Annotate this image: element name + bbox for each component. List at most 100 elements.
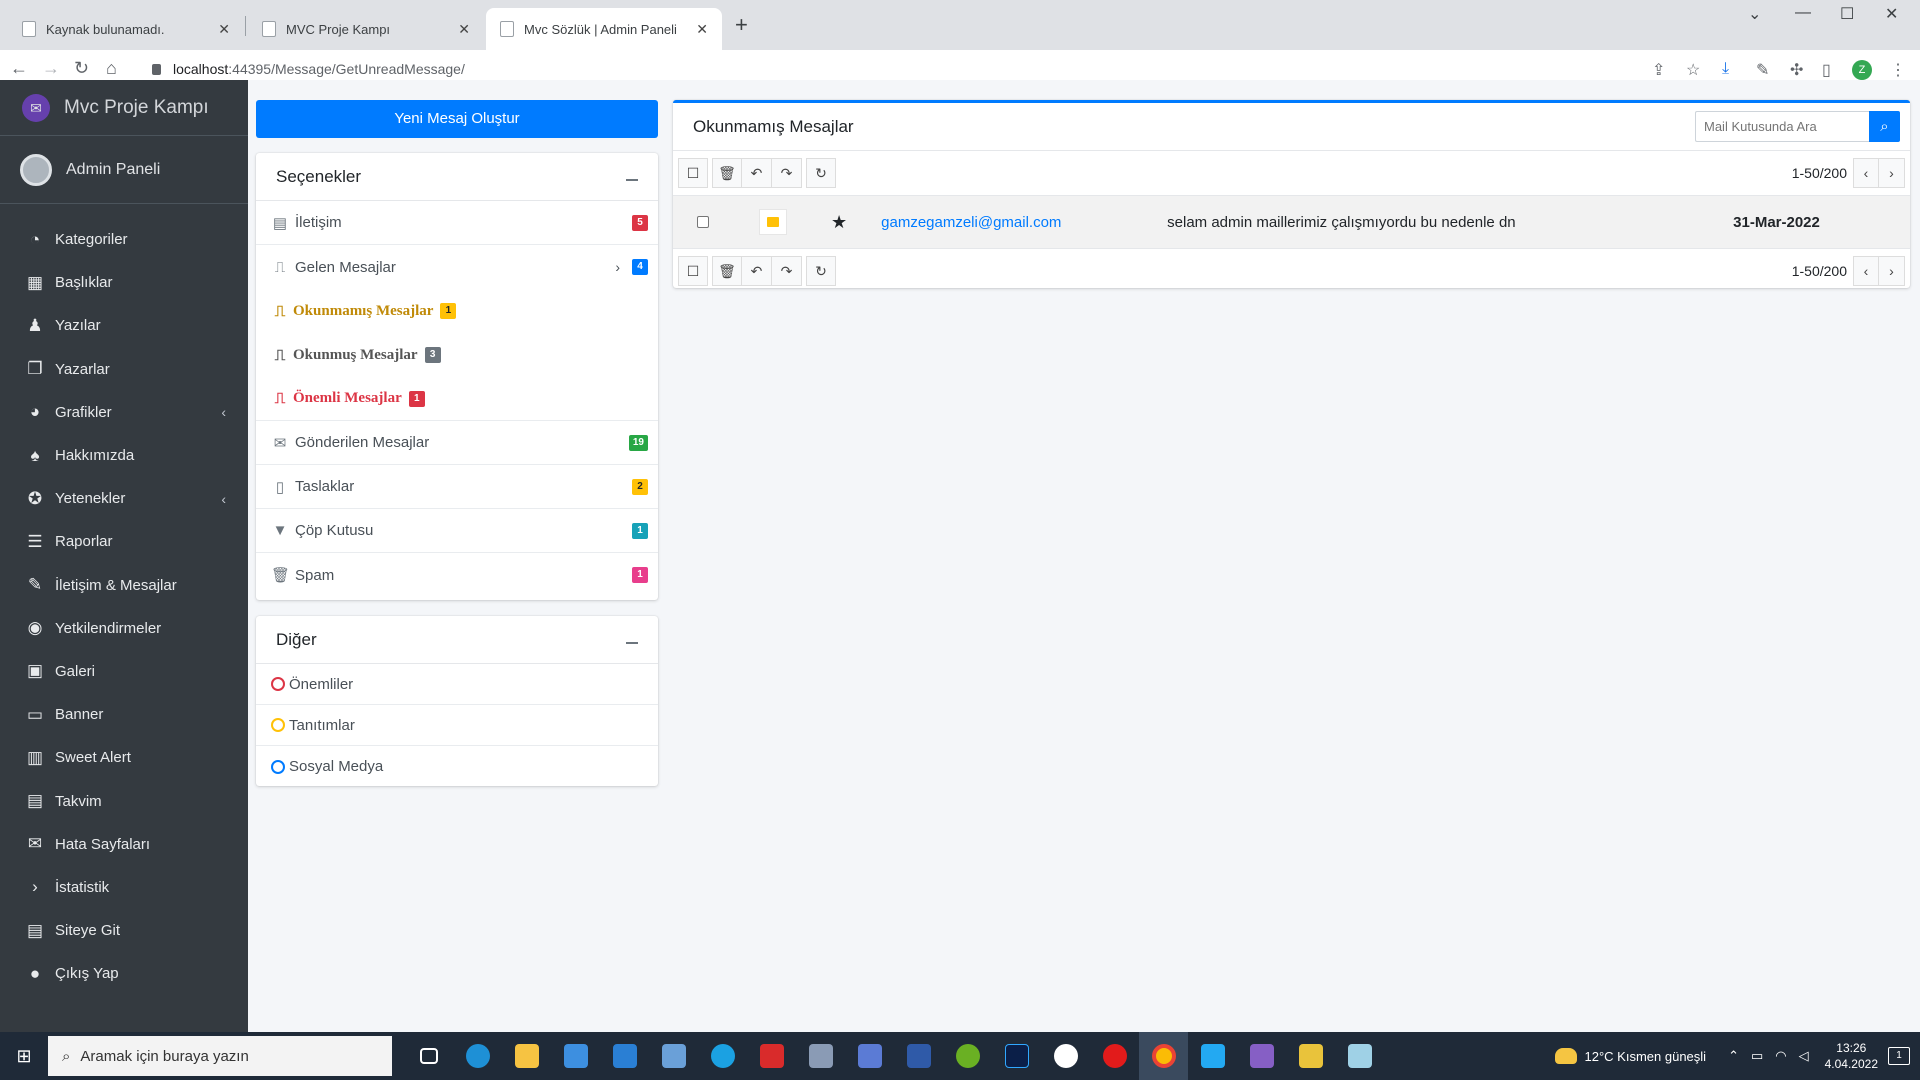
eyedropper-icon[interactable]: ✎ bbox=[1756, 60, 1769, 80]
next-page-button[interactable]: › bbox=[1879, 256, 1905, 286]
forward-arrow-icon[interactable]: → bbox=[42, 58, 60, 79]
forward-icon[interactable]: ↷ bbox=[772, 256, 802, 286]
taskbar-search-box[interactable]: ⌕ Aramak için buraya yazın bbox=[48, 1036, 392, 1076]
chevron-up-icon[interactable]: ⌃ bbox=[1728, 1048, 1739, 1064]
folder-gelen-mesajlar[interactable]: ⎍ Gelen Mesajlar › 4 bbox=[256, 245, 658, 289]
notification-icon[interactable]: 1 bbox=[1888, 1047, 1910, 1065]
app-icon[interactable] bbox=[943, 1032, 992, 1080]
next-page-button[interactable]: › bbox=[1879, 158, 1905, 188]
folder-okunmus-mesajlar[interactable]: ⎍ Okunmuş Mesajlar 3 bbox=[256, 333, 658, 377]
label-tanitimlar[interactable]: Tanıtımlar bbox=[256, 705, 658, 746]
sidebar-item-yetenekler[interactable]: ✪ Yetenekler ‹ bbox=[0, 477, 248, 520]
sidebar-item-hata-sayfalari[interactable]: ✉ Hata Sayfaları bbox=[0, 823, 248, 866]
sidebar-item-raporlar[interactable]: ☰ Raporlar bbox=[0, 520, 248, 563]
mailbox-search-input[interactable] bbox=[1695, 111, 1869, 142]
select-all-button[interactable]: ☐ bbox=[678, 158, 708, 188]
sidebar-item-basliklar[interactable]: ▦ Başlıklar bbox=[0, 261, 248, 304]
select-all-button[interactable]: ☐ bbox=[678, 256, 708, 286]
browser-tab-3-active[interactable]: Mvc Sözlük | Admin Paneli ✕ bbox=[486, 8, 722, 50]
maximize-icon[interactable]: ☐ bbox=[1840, 4, 1854, 24]
app-icon[interactable] bbox=[649, 1032, 698, 1080]
app-icon[interactable] bbox=[1286, 1032, 1335, 1080]
folder-gonderilen-mesajlar[interactable]: ✉ Gönderilen Mesajlar 19 bbox=[256, 421, 658, 465]
sidebar-item-iletisim-mesajlar[interactable]: ✎ İletişim & Mesajlar bbox=[0, 564, 248, 607]
app-icon[interactable] bbox=[1041, 1032, 1090, 1080]
label-onemliler[interactable]: Önemliler bbox=[256, 664, 658, 705]
vscode-icon[interactable] bbox=[1188, 1032, 1237, 1080]
compose-message-button[interactable]: Yeni Mesaj Oluştur bbox=[256, 100, 658, 138]
message-checkbox[interactable] bbox=[697, 216, 709, 228]
mail-icon[interactable] bbox=[600, 1032, 649, 1080]
app-icon[interactable] bbox=[796, 1032, 845, 1080]
back-arrow-icon[interactable]: ← bbox=[10, 58, 28, 79]
reload-icon[interactable]: ↻ bbox=[74, 58, 89, 79]
extensions-icon[interactable]: ✣ bbox=[1790, 60, 1803, 80]
brand-link[interactable]: ✉ Mvc Proje Kampı bbox=[0, 80, 248, 136]
task-view-icon[interactable] bbox=[404, 1032, 453, 1080]
sidebar-item-sweet-alert[interactable]: ▥ Sweet Alert bbox=[0, 736, 248, 779]
close-icon[interactable]: ✕ bbox=[696, 21, 708, 38]
sidebar-item-banner[interactable]: ▭ Banner bbox=[0, 693, 248, 736]
forward-icon[interactable]: ↷ bbox=[772, 158, 802, 188]
refresh-icon[interactable]: ↻ bbox=[806, 158, 836, 188]
store-icon[interactable] bbox=[551, 1032, 600, 1080]
opera-icon[interactable] bbox=[1090, 1032, 1139, 1080]
prev-page-button[interactable]: ‹ bbox=[1853, 256, 1879, 286]
chrome-icon[interactable] bbox=[1139, 1032, 1188, 1080]
browser-tab-2[interactable]: MVC Proje Kampı ✕ bbox=[248, 8, 484, 50]
folder-spam[interactable]: 🗑 Spam 1 bbox=[256, 553, 658, 597]
notepad-icon[interactable] bbox=[1335, 1032, 1384, 1080]
photoshop-icon[interactable] bbox=[992, 1032, 1041, 1080]
new-tab-button[interactable]: + bbox=[735, 12, 748, 38]
bookmark-star-icon[interactable]: ☆ bbox=[1686, 60, 1700, 80]
folder-okunmamis-mesajlar[interactable]: ⎍ Okunmamış Mesajlar 1 bbox=[256, 289, 658, 333]
reply-icon[interactable]: ↶ bbox=[742, 256, 772, 286]
volume-icon[interactable]: ◁ bbox=[1799, 1048, 1809, 1064]
trash-icon[interactable]: 🗑 bbox=[712, 158, 742, 188]
folder-onemli-mesajlar[interactable]: ⎍ Önemli Mesajlar 1 bbox=[256, 377, 658, 421]
label-sosyal-medya[interactable]: Sosyal Medya bbox=[256, 746, 658, 787]
sidebar-item-yazarlar[interactable]: ❐ Yazarlar bbox=[0, 348, 248, 391]
trash-icon[interactable]: 🗑 bbox=[712, 256, 742, 286]
collapse-icon[interactable] bbox=[626, 178, 638, 181]
window-close-icon[interactable]: ✕ bbox=[1885, 4, 1898, 24]
prev-page-button[interactable]: ‹ bbox=[1853, 158, 1879, 188]
battery-icon[interactable]: ▭ bbox=[1751, 1048, 1763, 1064]
collapse-icon[interactable] bbox=[626, 641, 638, 644]
message-row[interactable]: ★ gamzegamzeli@gmail.com selam admin mai… bbox=[673, 195, 1910, 249]
close-icon[interactable]: ✕ bbox=[218, 21, 230, 38]
solidworks-icon[interactable] bbox=[747, 1032, 796, 1080]
refresh-icon[interactable]: ↻ bbox=[806, 256, 836, 286]
windows-start-icon[interactable]: ⊞ bbox=[0, 1032, 48, 1080]
sidebar-item-takvim[interactable]: ▤ Takvim bbox=[0, 779, 248, 822]
taskbar-clock[interactable]: 13:26 4.04.2022 bbox=[1825, 1040, 1878, 1072]
browser-tab-1[interactable]: Kaynak bulunamadı. ✕ bbox=[8, 8, 244, 50]
sidebar-item-kategoriler[interactable]: ◔ Kategoriler bbox=[0, 218, 248, 261]
visual-studio-icon[interactable] bbox=[1237, 1032, 1286, 1080]
sidebar-item-yazilar[interactable]: ♟ Yazılar bbox=[0, 304, 248, 347]
side-panel-icon[interactable]: ▯ bbox=[1822, 60, 1831, 80]
tab-search-icon[interactable]: ⌄ bbox=[1748, 4, 1761, 24]
profile-avatar[interactable]: Z bbox=[1852, 60, 1872, 80]
reply-icon[interactable]: ↶ bbox=[742, 158, 772, 188]
share-icon[interactable]: ⇪ bbox=[1652, 60, 1665, 80]
user-panel[interactable]: Admin Paneli bbox=[0, 136, 248, 204]
close-icon[interactable]: ✕ bbox=[458, 21, 470, 38]
folder-taslaklar[interactable]: ▯ Taslaklar 2 bbox=[256, 465, 658, 509]
star-icon[interactable]: ★ bbox=[831, 212, 847, 233]
cortana-icon[interactable] bbox=[698, 1032, 747, 1080]
home-icon[interactable]: ⌂ bbox=[106, 58, 117, 79]
sidebar-item-istatistik[interactable]: › İstatistik bbox=[0, 866, 248, 909]
network-icon[interactable]: ◠ bbox=[1775, 1048, 1786, 1064]
sidebar-item-yetkilendirmeler[interactable]: ◉ Yetkilendirmeler bbox=[0, 607, 248, 650]
minimize-icon[interactable]: — bbox=[1795, 4, 1811, 22]
file-explorer-icon[interactable] bbox=[502, 1032, 551, 1080]
search-button[interactable]: ⌕ bbox=[1869, 111, 1900, 142]
weather-text[interactable]: 12°C Kısmen güneşli bbox=[1585, 1049, 1707, 1064]
sidebar-item-galeri[interactable]: ▣ Galeri bbox=[0, 650, 248, 693]
message-sender-link[interactable]: gamzegamzeli@gmail.com bbox=[881, 214, 1167, 231]
sidebar-item-grafikler[interactable]: ◕ Grafikler ‹ bbox=[0, 391, 248, 434]
menu-dots-icon[interactable]: ⋮ bbox=[1890, 60, 1906, 80]
url-field[interactable]: localhost:44395/Message/GetUnreadMessage… bbox=[140, 55, 1620, 83]
sidebar-item-cikis-yap[interactable]: ● Çıkış Yap bbox=[0, 952, 248, 995]
